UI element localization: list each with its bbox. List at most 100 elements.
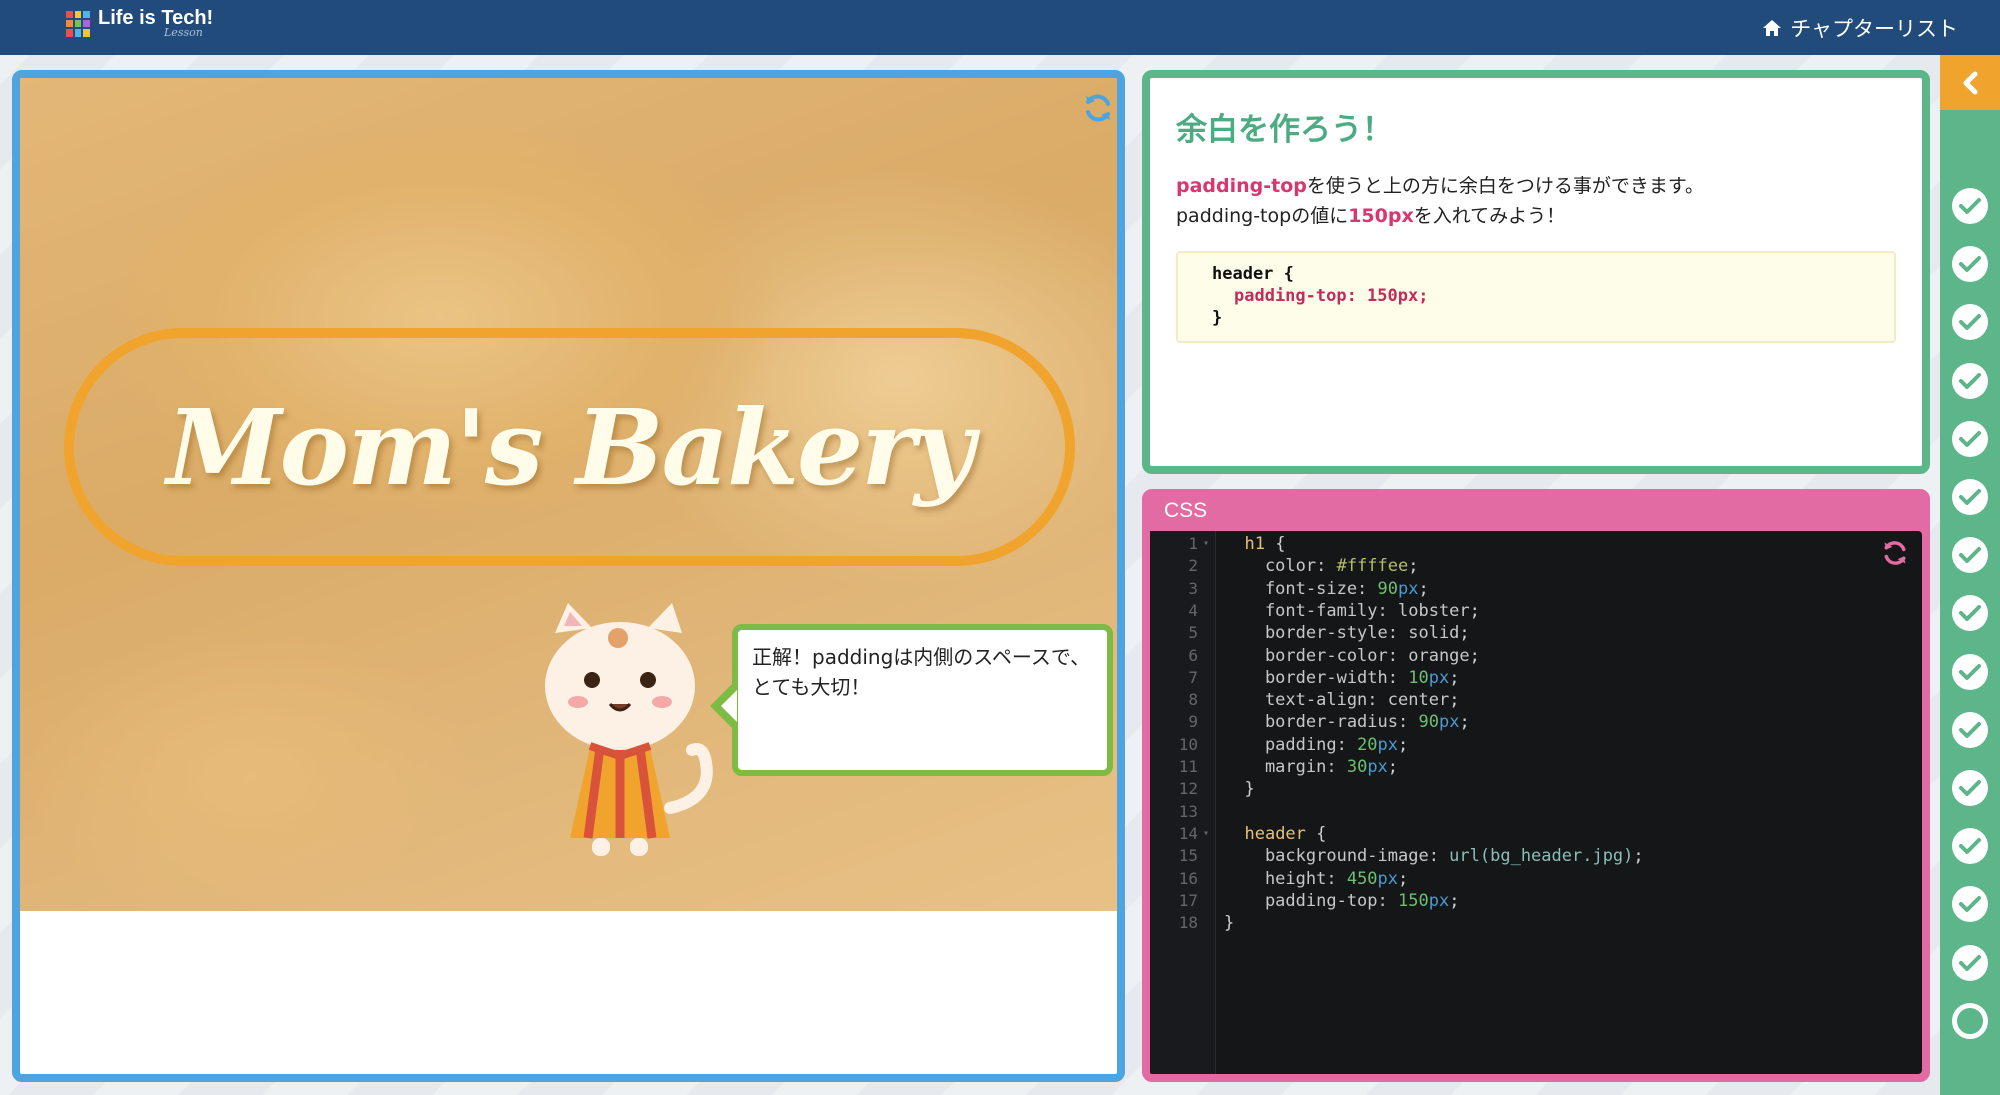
code-line[interactable]: 14 ▾ header { [1150,823,1922,845]
check-circle-icon[interactable] [1952,246,1988,283]
check-circle-icon[interactable] [1952,944,1988,981]
code-sample-line: } [1212,308,1223,328]
code-line[interactable]: 17 padding-top: 150px; [1150,890,1922,912]
code-text: padding-top: 150px; [1224,890,1460,911]
fold-gap [1198,912,1214,934]
home-icon [1763,20,1782,36]
line-number: 16 [1178,868,1198,888]
fold-arrow-icon[interactable]: ▾ [1198,533,1214,555]
code-line[interactable]: 13 [1150,801,1922,823]
current-step-icon[interactable] [1952,1002,1988,1039]
check-circle-icon[interactable] [1952,886,1988,923]
line-number: 11 [1178,757,1198,776]
instruction-text: padding-topの値に [1176,205,1349,227]
fold-gap [1198,756,1214,778]
code-text: } [1224,779,1255,800]
check-circle-icon[interactable] [1952,188,1988,224]
fold-gap [1198,734,1214,756]
check-circle-icon[interactable] [1952,537,1988,574]
code-line[interactable]: 12 } [1150,778,1922,800]
line-number: 10 [1178,734,1198,754]
code-text: border-style: solid; [1224,623,1470,644]
css-editor-panel: CSS 1 ▾ h1 {2 color: #ffffee; 3 font-size:… [1142,489,1930,1082]
code-line[interactable]: 5 border-style: solid; [1150,622,1922,644]
fold-gap [1198,667,1214,689]
code-line[interactable]: 9 border-radius: 90px; [1150,711,1922,733]
check-circle-icon[interactable] [1952,362,1988,399]
code-line[interactable]: 18} [1150,912,1922,934]
page-heading: Mom's Bakery [166,385,975,509]
fold-gap [1198,845,1214,867]
reset-code-icon[interactable] [1881,539,1909,567]
chevron-left-icon [1963,71,1978,94]
code-text: border-width: 10px; [1224,667,1460,688]
code-line[interactable]: 16 height: 450px; [1150,868,1922,890]
logo-icon [66,10,90,37]
line-number: 5 [1188,623,1198,643]
instruction-line-2: padding-topの値に150pxを入れてみよう！ [1176,201,1896,231]
check-circle-icon[interactable] [1952,770,1988,806]
code-line[interactable]: 11 margin: 30px; [1150,756,1922,778]
check-circle-icon[interactable] [1952,420,1988,457]
line-number: 13 [1178,801,1198,821]
code-text: color: #ffffee; [1224,556,1419,577]
logo-text: Life is Tech! [98,7,214,29]
instruction-line-1: padding-topを使うと上の方に余白をつける事ができます。 [1176,171,1896,201]
code-text: h1 { [1244,534,1286,554]
code-line[interactable]: 15 background-image: url(bg_header.jpg); [1150,845,1922,867]
line-number: 17 [1178,890,1198,910]
check-circle-icon[interactable] [1952,304,1988,341]
instruction-value: 150px [1348,205,1414,227]
code-text: padding: 20px; [1224,734,1409,755]
collapse-rail-button[interactable] [1940,55,2000,110]
fold-gap [1198,555,1214,577]
code-text: height: 450px; [1224,868,1409,889]
line-number: 6 [1188,645,1198,665]
top-bar: Life is Tech! Lesson チャプターリスト [0,0,2000,55]
fold-arrow-icon[interactable]: ▾ [1198,823,1214,845]
fold-gap [1198,801,1214,823]
check-circle-icon[interactable] [1952,595,1988,632]
code-line[interactable]: 3 font-size: 90px; [1150,578,1922,600]
check-circle-icon[interactable] [1952,828,1988,865]
line-number: 8 [1188,690,1198,710]
instruction-text: を使うと上の方に余白をつける事ができます。 [1306,175,1704,197]
cat-mascot [545,603,713,856]
line-number: 3 [1188,578,1198,598]
fold-gap [1198,622,1214,644]
code-text: background-image: url(bg_header.jpg); [1224,846,1644,867]
check-circle-icon[interactable] [1952,653,1988,690]
code-sample-line: header { [1212,264,1294,284]
refresh-icon[interactable] [1082,92,1114,124]
code-text: } [1224,913,1235,934]
code-text: border-color: orange; [1224,645,1480,666]
line-number: 9 [1188,712,1198,732]
logo[interactable]: Life is Tech! Lesson [66,8,213,39]
progress-rail [1940,55,2000,1095]
check-circle-icon[interactable] [1952,479,1988,515]
code-sample-line: padding-top: 150px; [1234,286,1429,306]
fold-gap [1198,890,1214,912]
chapter-list-link[interactable]: チャプターリスト [1762,13,1958,43]
instruction-text: を入れてみよう！ [1413,205,1566,227]
line-number: 1 [1188,534,1198,553]
instructions-panel: 余白を作ろう！ padding-topを使うと上の方に余白をつける事ができます。… [1142,70,1930,474]
lesson-title: 余白を作ろう！ [1176,112,1393,148]
preview-panel: Mom's Bakery 正解！paddingは内側のスペースで、とても大切！ [12,70,1125,1082]
code-editor[interactable]: 1 ▾ h1 {2 color: #ffffee; 3 font-size: 90p… [1150,531,1922,1074]
code-text: header { [1244,823,1327,844]
check-circle-icon[interactable] [1952,711,1988,748]
fold-gap [1198,868,1214,890]
code-line[interactable]: 1 ▾ h1 { [1150,533,1922,555]
fold-gap [1198,645,1214,667]
line-number: 2 [1188,556,1198,576]
code-line[interactable]: 10 padding: 20px; [1150,734,1922,756]
code-text: font-size: 90px; [1224,578,1429,599]
fold-gap [1198,578,1214,600]
code-line[interactable]: 8 text-align: center; [1150,689,1922,711]
code-line[interactable]: 4 font-family: lobster; [1150,600,1922,622]
code-line[interactable]: 6 border-color: orange; [1150,645,1922,667]
code-line[interactable]: 2 color: #ffffee; [1150,555,1922,577]
code-line[interactable]: 7 border-width: 10px; [1150,667,1922,689]
